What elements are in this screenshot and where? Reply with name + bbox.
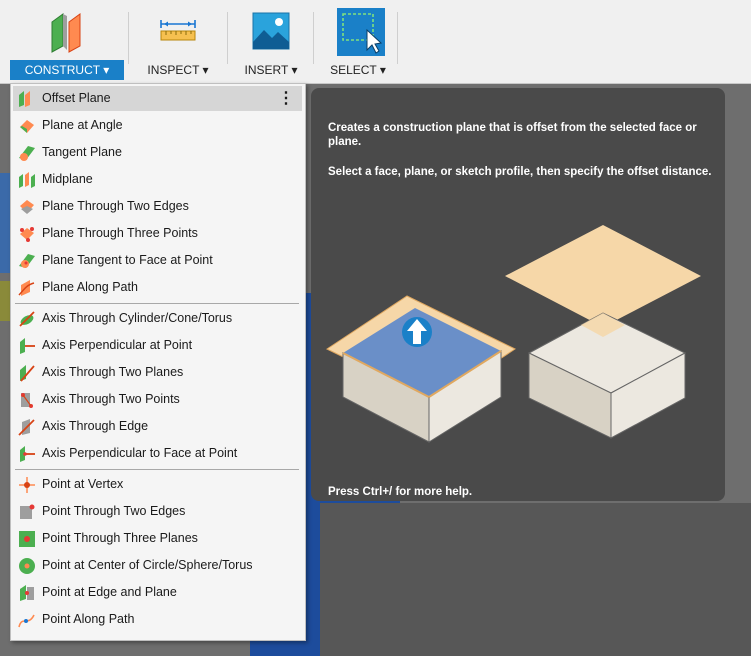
- menu-item-axis-two-planes[interactable]: Axis Through Two Planes: [13, 360, 302, 385]
- menu-item-axis-perpendicular[interactable]: Axis Perpendicular at Point: [13, 333, 302, 358]
- plane-three-points-icon: [20, 227, 34, 242]
- point-center-icon: [19, 558, 35, 574]
- select-menu-button[interactable]: SELECT ▾: [322, 60, 394, 80]
- toolbar-divider: [227, 12, 228, 64]
- more-options-icon[interactable]: ⋮: [278, 86, 294, 111]
- axis-two-points-icon: [21, 393, 33, 408]
- menu-item-axis-perp-face[interactable]: Axis Perpendicular to Face at Point: [13, 441, 302, 466]
- menu-item-point-center[interactable]: Point at Center of Circle/Sphere/Torus: [13, 553, 302, 578]
- insert-image-icon: [252, 12, 290, 50]
- offset-plane-icon: [19, 91, 30, 107]
- menu-divider: [15, 469, 299, 470]
- inspect-group[interactable]: INSPECT ▾: [137, 0, 219, 83]
- menu-item-point-two-edges[interactable]: Point Through Two Edges: [13, 499, 302, 524]
- measure-icon: [160, 20, 196, 41]
- plane-along-path-icon: [18, 280, 35, 296]
- point-vertex-icon: [19, 477, 35, 493]
- construct-menu-button[interactable]: CONSTRUCT ▾: [10, 60, 124, 80]
- menu-item-point-edge-plane[interactable]: Point at Edge and Plane: [13, 580, 302, 605]
- toolbar-divider: [313, 12, 314, 64]
- insert-group[interactable]: INSERT ▾: [233, 0, 309, 83]
- menu-item-plane-two-edges[interactable]: Plane Through Two Edges: [13, 194, 302, 219]
- menu-item-plane-three-points[interactable]: Plane Through Three Points: [13, 221, 302, 246]
- point-three-planes-icon: [19, 531, 35, 547]
- axis-edge-icon: [18, 419, 35, 436]
- menu-divider: [15, 303, 299, 304]
- menu-item-plane-tangent-face[interactable]: Plane Tangent to Face at Point: [13, 248, 302, 273]
- insert-menu-button[interactable]: INSERT ▾: [233, 60, 309, 80]
- construct-icon: [51, 13, 81, 53]
- menu-item-point-vertex[interactable]: Point at Vertex: [13, 472, 302, 497]
- menu-item-axis-cylinder[interactable]: Axis Through Cylinder/Cone/Torus: [13, 306, 302, 331]
- point-two-edges-icon: [20, 504, 35, 519]
- tooltip-instruction: Select a face, plane, or sketch profile,…: [328, 166, 712, 178]
- toolbar-divider: [397, 12, 398, 64]
- menu-item-axis-two-points[interactable]: Axis Through Two Points: [13, 387, 302, 412]
- viewport-shadow-area: [320, 503, 751, 656]
- menu-item-plane-along-path[interactable]: Plane Along Path: [13, 275, 302, 300]
- select-icon: [337, 8, 385, 56]
- axis-perp-face-icon: [20, 446, 35, 462]
- menu-item-plane-at-angle[interactable]: Plane at Angle: [13, 113, 302, 138]
- axis-cylinder-icon: [19, 311, 35, 327]
- tooltip-help: Press Ctrl+/ for more help.: [328, 486, 473, 498]
- axis-perpendicular-icon: [20, 338, 35, 354]
- tangent-plane-icon: [19, 146, 35, 161]
- toolbar-divider: [128, 12, 129, 64]
- menu-item-point-along-path[interactable]: Point Along Path: [13, 607, 302, 632]
- plane-tangent-face-icon: [19, 254, 35, 268]
- select-group[interactable]: SELECT ▾: [322, 0, 394, 83]
- menu-item-tangent-plane[interactable]: Tangent Plane: [13, 140, 302, 165]
- plane-two-edges-icon: [20, 200, 34, 214]
- construct-menu: Offset Plane ⋮ Plane at Angle Tangent Pl…: [10, 83, 306, 641]
- tooltip-description: Creates a construction plane that is off…: [328, 122, 697, 148]
- menu-item-axis-edge[interactable]: Axis Through Edge: [13, 414, 302, 439]
- menu-item-offset-plane[interactable]: Offset Plane ⋮: [13, 86, 302, 111]
- midplane-icon: [19, 172, 35, 188]
- menu-item-point-three-planes[interactable]: Point Through Three Planes: [13, 526, 302, 551]
- point-edge-plane-icon: [20, 585, 34, 601]
- axis-two-planes-icon: [20, 365, 35, 382]
- point-along-path-icon: [18, 614, 35, 628]
- plane-at-angle-icon: [20, 120, 34, 133]
- menu-item-midplane[interactable]: Midplane: [13, 167, 302, 192]
- offset-plane-illustration: [325, 225, 701, 443]
- inspect-menu-button[interactable]: INSPECT ▾: [137, 60, 219, 80]
- toolbar: CONSTRUCT ▾ INSPECT ▾ INSERT ▾ SELECT ▾: [0, 0, 751, 84]
- construct-group[interactable]: CONSTRUCT ▾: [10, 0, 124, 83]
- command-tooltip: Creates a construction plane that is off…: [311, 88, 725, 501]
